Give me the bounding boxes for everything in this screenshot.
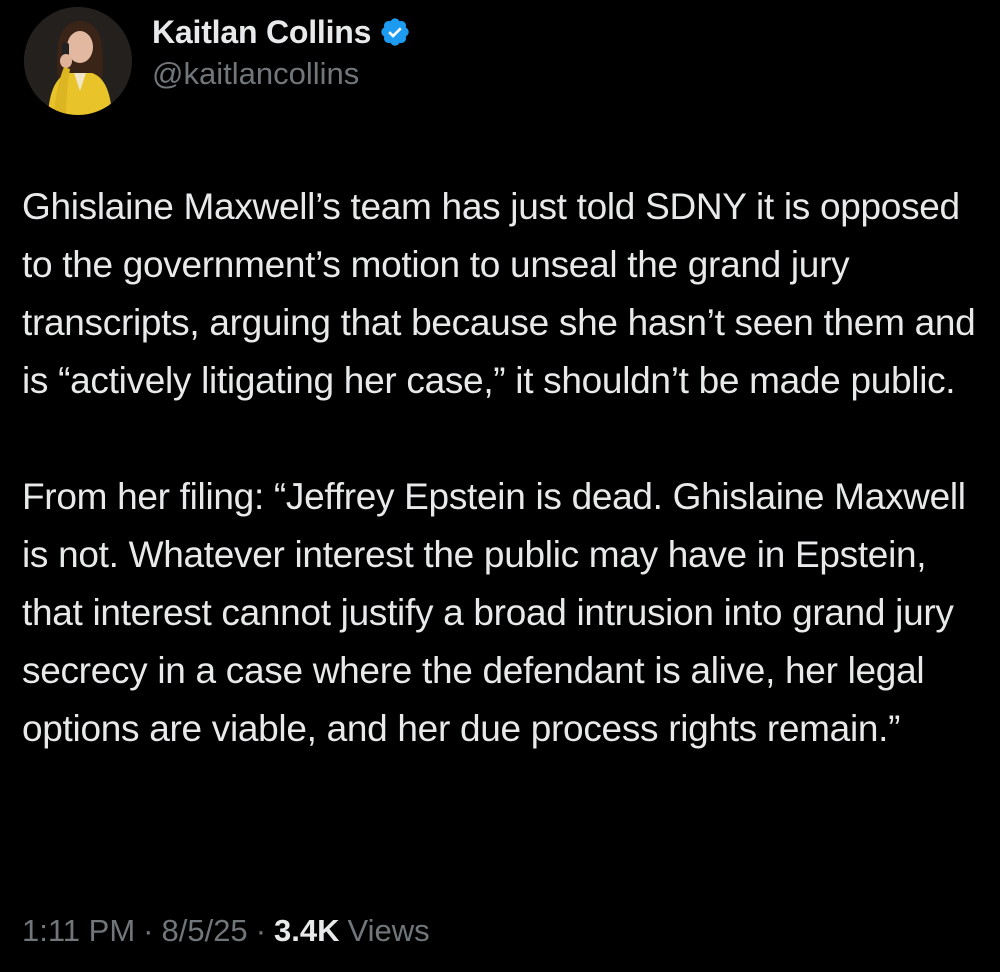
tweet-paragraph: Ghislaine Maxwell’s team has just told S…	[22, 186, 976, 401]
views-count: 3.4K	[274, 913, 340, 948]
display-name[interactable]: Kaitlan Collins	[152, 14, 371, 51]
verified-badge-icon[interactable]	[379, 16, 411, 48]
author-identity: Kaitlan Collins @kaitlancollins	[152, 12, 411, 92]
tweet-text: Ghislaine Maxwell’s team has just told S…	[22, 178, 982, 758]
tweet-header: Kaitlan Collins @kaitlancollins	[24, 6, 411, 116]
name-row: Kaitlan Collins	[152, 12, 411, 52]
tweet-paragraph: From her filing: “Jeffrey Epstein is dea…	[22, 476, 966, 749]
meta-separator: ·	[255, 913, 267, 948]
avatar[interactable]	[24, 7, 132, 115]
views-label: Views	[347, 913, 430, 948]
meta-separator: ·	[143, 913, 154, 948]
handle[interactable]: @kaitlancollins	[152, 56, 411, 92]
profile-photo	[24, 7, 132, 115]
tweet-date[interactable]: 8/5/25	[161, 913, 247, 949]
tweet-time[interactable]: 1:11 PM	[22, 913, 135, 949]
tweet: Kaitlan Collins @kaitlancollins Ghislain…	[0, 0, 1000, 972]
tweet-meta: 1:11 PM · 8/5/25 · 3.4K Views	[22, 913, 430, 949]
